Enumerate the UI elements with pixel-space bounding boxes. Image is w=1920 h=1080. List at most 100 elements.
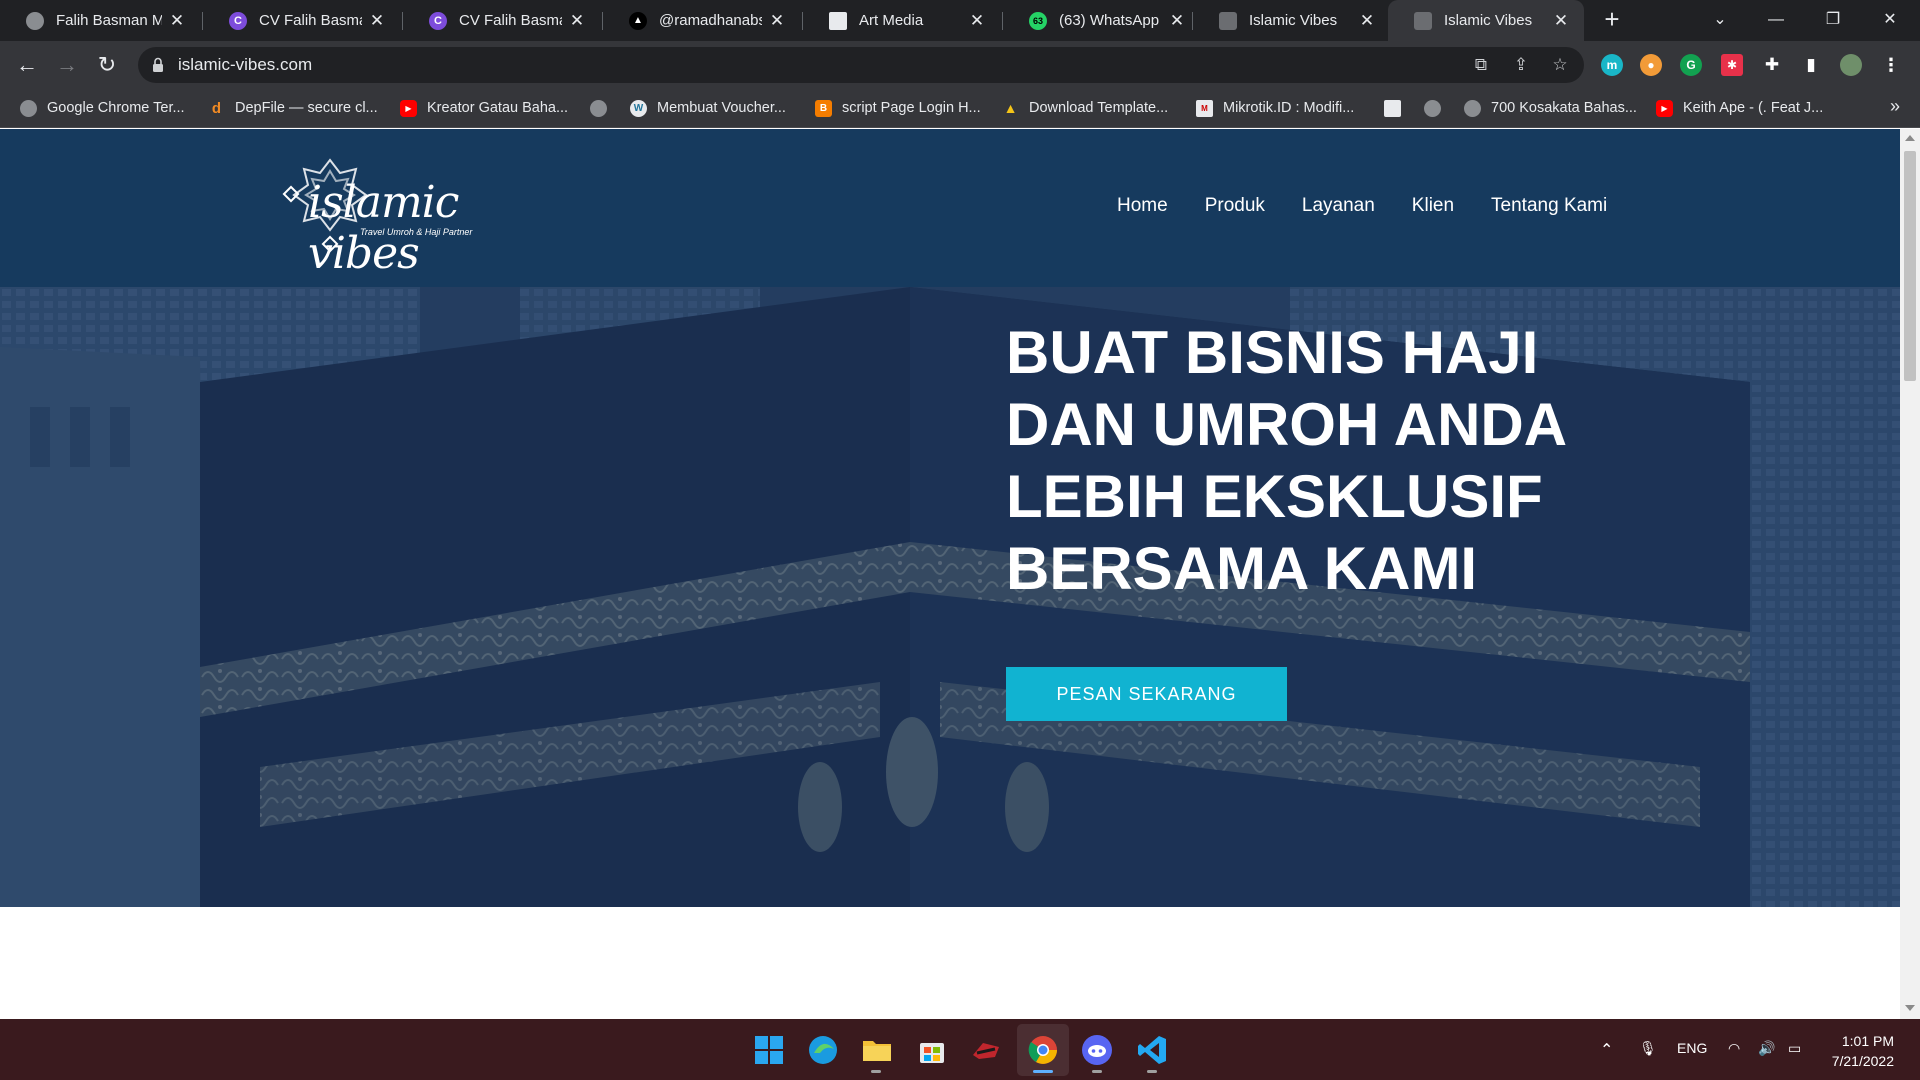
bookmark-label: DepFile — secure cl... (235, 100, 378, 116)
extension-flame-icon[interactable]: ● (1640, 54, 1662, 76)
youtube-icon: ▶ (1656, 99, 1673, 117)
tab-5[interactable]: Art Media ✕ (803, 0, 1000, 41)
bookmark-item[interactable]: W Membuat Voucher... (630, 97, 786, 119)
share-icon[interactable]: ⇪ (1510, 54, 1532, 76)
page-icon (1384, 99, 1401, 117)
bookmark-star-icon[interactable]: ☆ (1549, 54, 1571, 76)
nav-link-produk[interactable]: Produk (1205, 195, 1265, 217)
close-icon[interactable]: ✕ (168, 11, 186, 31)
tab-8-active[interactable]: Islamic Vibes ✕ (1388, 0, 1584, 41)
bookmark-item[interactable]: Bscript Page Login H... (815, 97, 981, 119)
nav-link-layanan[interactable]: Layanan (1302, 195, 1375, 217)
extension-grammarly-icon[interactable]: G (1680, 54, 1702, 76)
tab-title: Islamic Vibes (1444, 12, 1533, 29)
canva-icon: C (229, 11, 247, 30)
scroll-up-icon[interactable] (1905, 135, 1915, 141)
store-icon[interactable] (915, 1033, 949, 1067)
discord-icon[interactable] (1080, 1033, 1114, 1067)
site-logo[interactable]: islamic vibes Travel Umroh & Haji Partne… (278, 155, 508, 279)
hero-section: BUAT BISNIS HAJI DAN UMROH ANDA LEBIH EK… (0, 287, 1900, 907)
language-indicator[interactable]: ENG (1677, 1040, 1707, 1056)
bookmark-item[interactable]: M Mikrotik.ID : Modifi... (1196, 97, 1354, 119)
close-icon[interactable]: ✕ (768, 11, 786, 31)
site-nav: Home Produk Layanan Klien Tentang Kami (1117, 195, 1607, 217)
chrome-icon[interactable] (1026, 1033, 1060, 1067)
menu-kebab-icon[interactable]: ⋮ (1880, 54, 1902, 76)
globe-icon (1464, 99, 1481, 117)
nav-link-klien[interactable]: Klien (1412, 195, 1454, 217)
wifi-icon[interactable]: ◠ (1728, 1040, 1740, 1057)
tab-title: Art Media (859, 12, 924, 29)
bookmark-item[interactable]: ▶ Kreator Gatau Baha... (400, 97, 568, 119)
bookmark-item[interactable]: 700 Kosakata Bahas... (1464, 97, 1637, 119)
extension-red-icon[interactable]: ✱ (1721, 54, 1743, 76)
lock-icon[interactable] (152, 57, 164, 73)
close-icon[interactable]: ✕ (368, 11, 386, 31)
page-scrollbar[interactable] (1900, 129, 1920, 1019)
restore-icon[interactable]: ❐ (1813, 4, 1853, 36)
file-explorer-icon[interactable] (860, 1033, 894, 1067)
nav-link-home[interactable]: Home (1117, 195, 1168, 217)
tab-6[interactable]: 63 (63) WhatsApp ✕ (1003, 0, 1200, 41)
back-arrow-icon[interactable]: ← (12, 50, 42, 80)
scroll-down-icon[interactable] (1905, 1005, 1915, 1011)
bookmark-item[interactable]: Google Chrome Ter... (20, 97, 185, 119)
scrollbar-thumb[interactable] (1904, 151, 1916, 381)
reload-icon[interactable]: ↻ (92, 50, 122, 80)
bookmark-label: script Page Login H... (842, 100, 981, 116)
forward-arrow-icon[interactable]: → (52, 50, 82, 80)
battery-icon[interactable]: ▭ (1788, 1040, 1801, 1057)
tab-title: CV Falih Basman I (259, 12, 362, 29)
page-icon (829, 11, 847, 30)
windows-taskbar: ⌃ 🎙 ENG ◠ 🔊 ▭ 1:01 PM 7/21/2022 (0, 1019, 1920, 1080)
extension-m-icon[interactable]: m (1601, 54, 1623, 76)
windows-start-icon[interactable] (752, 1033, 786, 1067)
edge-icon[interactable] (806, 1033, 840, 1067)
system-clock[interactable]: 1:01 PM 7/21/2022 (1832, 1031, 1894, 1071)
translate-icon[interactable]: ⧉ (1470, 54, 1492, 76)
bookmark-label: Kreator Gatau Baha... (427, 100, 569, 116)
microphone-icon[interactable]: 🎙 (1639, 1040, 1657, 1057)
bookmark-item[interactable]: ▶ Keith Ape - (. Feat J... (1656, 97, 1823, 119)
tab-title: CV Falih Basman I (459, 12, 562, 29)
pesan-sekarang-button[interactable]: PESAN SEKARANG (1006, 667, 1287, 721)
url-text[interactable]: islamic-vibes.com (178, 55, 312, 75)
canva-icon: C (429, 11, 447, 30)
bookmark-item[interactable] (590, 97, 617, 119)
window-close-icon[interactable]: ✕ (1870, 4, 1910, 36)
clock-time: 1:01 PM (1841, 1033, 1894, 1049)
tray-overflow-icon[interactable]: ⌃ (1600, 1040, 1613, 1060)
tab-search-icon[interactable]: ⌄ (1700, 4, 1740, 36)
tab-1[interactable]: Falih Basman Mul ✕ (0, 0, 200, 41)
bookmark-label: Mikrotik.ID : Modifi... (1223, 100, 1355, 116)
minimize-icon[interactable]: — (1756, 4, 1796, 36)
globe-icon (1424, 99, 1441, 117)
bookmark-item[interactable] (1384, 97, 1411, 119)
new-tab-button[interactable]: + (1598, 6, 1626, 34)
vercel-icon: ▲ (629, 11, 647, 30)
extensions-puzzle-icon[interactable]: ✚ (1761, 54, 1783, 76)
site-logo-icon (1219, 11, 1237, 30)
game-icon[interactable] (969, 1033, 1003, 1067)
bookmarks-bar: Google Chrome Ter... d DepFile — secure c… (0, 88, 1920, 128)
close-icon[interactable]: ✕ (1552, 11, 1570, 31)
tab-2[interactable]: C CV Falih Basman I ✕ (203, 0, 400, 41)
close-icon[interactable]: ✕ (568, 11, 586, 31)
close-icon[interactable]: ✕ (1168, 11, 1186, 31)
address-bar[interactable]: islamic-vibes.com ⧉ ⇪ ☆ (138, 47, 1584, 83)
bookmark-item[interactable]: d DepFile — secure cl... (208, 97, 378, 119)
close-icon[interactable]: ✕ (968, 11, 986, 31)
volume-icon[interactable]: 🔊 (1758, 1040, 1775, 1057)
bookmarks-overflow-icon[interactable]: » (1890, 96, 1900, 117)
tab-7[interactable]: Islamic Vibes ✕ (1193, 0, 1390, 41)
tab-3[interactable]: C CV Falih Basman I ✕ (403, 0, 600, 41)
close-icon[interactable]: ✕ (1358, 11, 1376, 31)
hero-title-line: BUAT BISNIS HAJI (1006, 319, 1539, 386)
vscode-icon[interactable] (1135, 1033, 1169, 1067)
tab-4[interactable]: ▲ @ramadhanabs ✕ (603, 0, 800, 41)
side-panel-icon[interactable]: ▮ (1800, 54, 1822, 76)
bookmark-item[interactable]: ▲ Download Template... (1002, 97, 1169, 119)
bookmark-item[interactable] (1424, 97, 1451, 119)
nav-link-tentang-kami[interactable]: Tentang Kami (1491, 195, 1607, 217)
avatar[interactable] (1840, 54, 1862, 76)
